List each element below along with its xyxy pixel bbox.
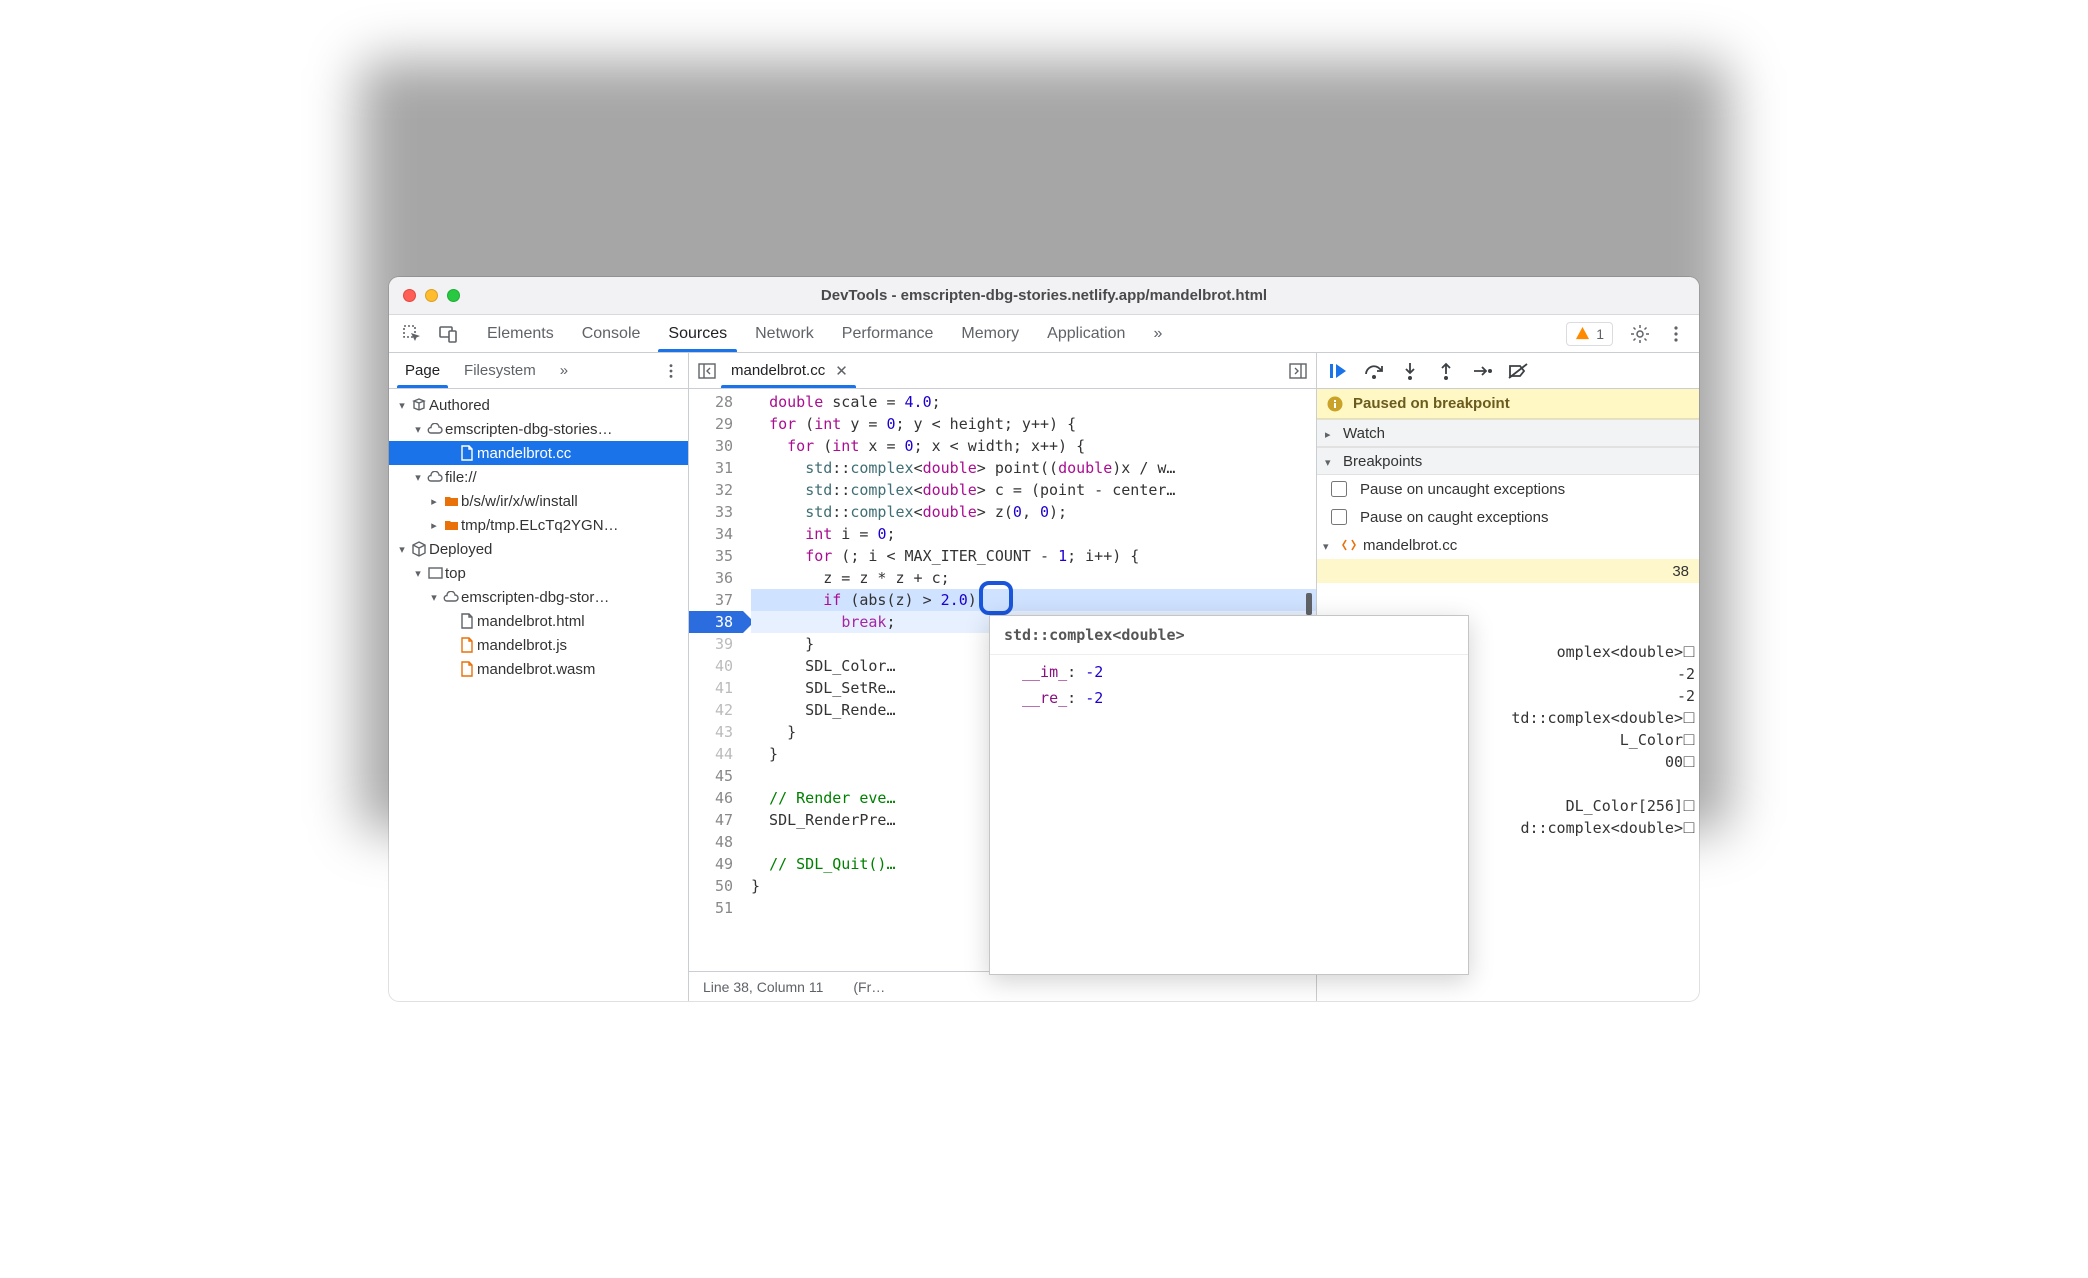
- tree-deployed-node[interactable]: Deployed: [389, 537, 688, 561]
- tab-performance[interactable]: Performance: [828, 315, 948, 352]
- file-icon: [457, 613, 477, 629]
- step-into-button[interactable]: [1393, 356, 1427, 386]
- navigator-tab-page[interactable]: Page: [393, 353, 452, 388]
- maximize-window-button[interactable]: [447, 289, 460, 302]
- tree-folder-install[interactable]: b/s/w/ir/x/w/install: [389, 489, 688, 513]
- file-tab-mandelbrot-cc[interactable]: mandelbrot.cc ✕: [721, 353, 856, 388]
- toggle-navigator-icon[interactable]: [693, 355, 721, 387]
- tree-authored-node[interactable]: Authored: [389, 393, 688, 417]
- watch-section-header[interactable]: Watch: [1317, 419, 1699, 447]
- close-tab-icon[interactable]: ✕: [833, 360, 850, 382]
- deployed-icon: [409, 541, 429, 557]
- step-out-button[interactable]: [1429, 356, 1463, 386]
- window-title: DevTools - emscripten-dbg-stories.netlif…: [389, 287, 1699, 304]
- navigator-more-vert-icon[interactable]: [658, 355, 684, 387]
- minimize-window-button[interactable]: [425, 289, 438, 302]
- tab-memory[interactable]: Memory: [947, 315, 1033, 352]
- cloud-icon: [441, 591, 461, 603]
- source-icon: [1341, 538, 1357, 552]
- status-extra: (Fr…: [853, 979, 885, 995]
- tabs-overflow-icon[interactable]: »: [1139, 315, 1176, 352]
- tab-sources[interactable]: Sources: [654, 315, 741, 352]
- editor-pane: mandelbrot.cc ✕ 282930313233343536373839…: [689, 353, 1317, 1001]
- tab-network[interactable]: Network: [741, 315, 828, 352]
- cursor-position: Line 38, Column 11: [703, 979, 823, 995]
- issues-warning-count: 1: [1596, 326, 1604, 342]
- issues-warning-badge[interactable]: 1: [1566, 322, 1613, 346]
- tree-file-scheme[interactable]: file://: [389, 465, 688, 489]
- tree-domain-emscripten[interactable]: emscripten-dbg-stories…: [389, 417, 688, 441]
- file-tree: Authored emscripten-dbg-stories… mandelb…: [389, 389, 688, 1001]
- deactivate-breakpoints-button[interactable]: [1501, 356, 1535, 386]
- breakpoints-section-header[interactable]: Breakpoints: [1317, 447, 1699, 475]
- close-window-button[interactable]: [403, 289, 416, 302]
- toggle-debugger-icon[interactable]: [1284, 355, 1312, 387]
- authored-icon: [409, 397, 429, 413]
- window-controls: [403, 289, 460, 302]
- device-toolbar-icon[interactable]: [431, 318, 465, 350]
- folder-icon: [441, 495, 461, 507]
- tree-file-mandelbrot-html[interactable]: mandelbrot.html: [389, 609, 688, 633]
- frame-icon: [425, 567, 445, 579]
- tree-file-mandelbrot-cc[interactable]: mandelbrot.cc: [389, 441, 688, 465]
- main-toolbar: Elements Console Sources Network Perform…: [389, 315, 1699, 353]
- tree-file-mandelbrot-wasm[interactable]: mandelbrot.wasm: [389, 657, 688, 681]
- settings-gear-icon[interactable]: [1623, 318, 1657, 350]
- navigator-tabs: Page Filesystem »: [389, 353, 688, 389]
- tree-folder-tmp[interactable]: tmp/tmp.ELcTq2YGN…: [389, 513, 688, 537]
- more-vert-icon[interactable]: [1659, 318, 1693, 350]
- wasm-file-icon: [457, 661, 477, 677]
- navigator-tab-filesystem[interactable]: Filesystem: [452, 353, 548, 388]
- inspect-element-icon[interactable]: [395, 318, 429, 350]
- tooltip-title: std::complex<double>: [990, 616, 1468, 655]
- navigator-pane: Page Filesystem » Authored emscri: [389, 353, 689, 1001]
- navigator-tabs-overflow-icon[interactable]: »: [548, 353, 580, 388]
- devtools-window: DevTools - emscripten-dbg-stories.netlif…: [389, 277, 1699, 1001]
- cloud-icon: [425, 423, 445, 435]
- debugger-toolbar: [1317, 353, 1699, 389]
- tab-application[interactable]: Application: [1033, 315, 1139, 352]
- main-tabs: Elements Console Sources Network Perform…: [473, 315, 1176, 352]
- tooltip-body: __im_: -2 __re_: -2: [990, 655, 1468, 721]
- tree-top-frame[interactable]: top: [389, 561, 688, 585]
- tree-domain-deployed[interactable]: emscripten-dbg-stor…: [389, 585, 688, 609]
- titlebar: DevTools - emscripten-dbg-stories.netlif…: [389, 277, 1699, 315]
- tab-elements[interactable]: Elements: [473, 315, 568, 352]
- pause-on-caught-checkbox[interactable]: Pause on caught exceptions: [1317, 503, 1699, 531]
- tab-console[interactable]: Console: [568, 315, 655, 352]
- resume-button[interactable]: [1321, 356, 1355, 386]
- cloud-icon: [425, 471, 445, 483]
- info-icon: [1327, 396, 1343, 412]
- editor-toolbar: mandelbrot.cc ✕: [689, 353, 1316, 389]
- breakpoint-line-row[interactable]: 38: [1317, 559, 1699, 583]
- file-icon: [457, 445, 477, 461]
- step-over-button[interactable]: [1357, 356, 1391, 386]
- paused-banner: Paused on breakpoint: [1317, 389, 1699, 419]
- variable-tooltip: std::complex<double> __im_: -2 __re_: -2: [989, 615, 1469, 975]
- editor-gutter[interactable]: 2829303132333435363738394041424344454647…: [689, 389, 743, 971]
- pause-on-uncaught-checkbox[interactable]: Pause on uncaught exceptions: [1317, 475, 1699, 503]
- folder-icon: [441, 519, 461, 531]
- tree-file-mandelbrot-js[interactable]: mandelbrot.js: [389, 633, 688, 657]
- js-file-icon: [457, 637, 477, 653]
- editor-statusbar: Line 38, Column 11 (Fr…: [689, 971, 1316, 1001]
- step-button[interactable]: [1465, 356, 1499, 386]
- breakpoint-file-row[interactable]: mandelbrot.cc: [1317, 531, 1699, 559]
